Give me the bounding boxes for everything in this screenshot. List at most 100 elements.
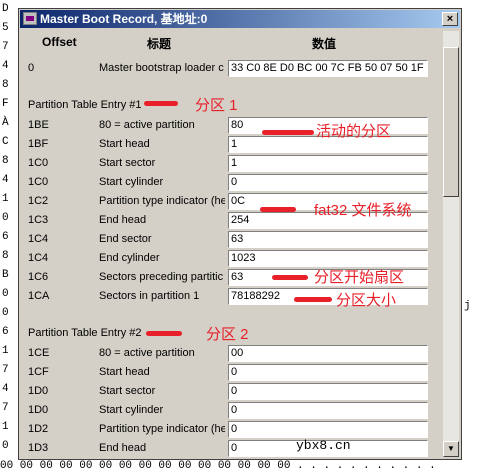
column-header-value: 数值 xyxy=(312,37,337,51)
column-header-offset: Offset xyxy=(42,35,77,49)
app-icon xyxy=(23,12,37,25)
row-value-field[interactable]: 0 xyxy=(228,402,428,419)
row-value-field[interactable]: 0 xyxy=(228,421,428,438)
row-offset: 1BE xyxy=(28,119,49,131)
row-title: Start cylinder xyxy=(99,176,164,188)
row-title: Start head xyxy=(99,366,150,378)
row-title: Sectors preceding partitic xyxy=(99,271,224,283)
row-value-field[interactable]: 00 xyxy=(228,345,428,362)
background-hex-cell: B xyxy=(2,269,9,281)
row-title: 80 = active partition xyxy=(99,119,195,131)
row-title: Start cylinder xyxy=(99,404,164,416)
background-hex-cell: À xyxy=(2,117,9,129)
table-row: 1D0 Start sector 0 xyxy=(22,382,442,401)
column-header-title: 标题 xyxy=(147,37,172,51)
row-offset: 1CA xyxy=(28,290,50,302)
background-hex-cell: 8 xyxy=(2,155,9,167)
scroll-down-button[interactable]: ▼ xyxy=(443,441,459,457)
row-offset: 1C0 xyxy=(28,157,49,169)
title-bar[interactable]: Master Boot Record, 基地址:0 × xyxy=(20,10,460,28)
annotation-underline xyxy=(262,130,314,135)
row-offset: 1C4 xyxy=(28,233,49,245)
partition-2-header: Partition Table Entry #2 xyxy=(28,327,142,339)
row-offset: 1CF xyxy=(28,366,49,378)
background-hex-cell: 4 xyxy=(2,383,9,395)
annotation-underline xyxy=(144,101,178,106)
background-hex-cell: D xyxy=(2,3,9,15)
row-title: Sectors in partition 1 xyxy=(99,290,200,302)
annotation-underline xyxy=(294,297,332,302)
background-hex-cell: 4 xyxy=(2,60,9,72)
row-title: Partition type indicator (he xyxy=(99,423,225,435)
row-title: End head xyxy=(99,214,147,226)
background-hex-cell: F xyxy=(2,98,9,110)
row-title: Start sector xyxy=(99,157,156,169)
row-offset: 0 xyxy=(28,62,35,74)
row-offset: 1D3 xyxy=(28,442,49,454)
background-hex-cell: 5 xyxy=(2,22,9,34)
table-row: 1C0 Start cylinder 0 xyxy=(22,173,442,192)
annotation-partition-1: 分区 1 xyxy=(195,97,238,114)
background-hex-column: D5748FÀC841068B006174710 xyxy=(0,0,20,475)
background-hex-cell: 0 xyxy=(2,288,9,300)
row-offset: 1D0 xyxy=(28,404,49,416)
annotation-underline xyxy=(146,331,182,336)
row-title: End cylinder xyxy=(99,252,160,264)
annotation-partition-2: 分区 2 xyxy=(206,326,249,343)
annotation-start-sector: 分区开始扇区 xyxy=(314,269,405,286)
background-hex-cell: 4 xyxy=(2,174,9,186)
row-offset: 1D0 xyxy=(28,385,49,397)
table-row: 1D3 End head 0 xyxy=(22,439,442,457)
background-hex-cell: 0 xyxy=(2,440,9,452)
row-value-field[interactable]: 33 C0 8E D0 BC 00 7C FB 50 07 50 1F FC xyxy=(228,60,428,77)
mbr-dialog-window: Master Boot Record, 基地址:0 × Offset 标题 数值… xyxy=(18,8,462,460)
row-title: Partition type indicator (he xyxy=(99,195,225,207)
row-offset: 1C0 xyxy=(28,176,49,188)
table-row: 1D0 Start cylinder 0 xyxy=(22,401,442,420)
row-offset: 1C6 xyxy=(28,271,49,283)
table-row: 1D2 Partition type indicator (he 0 xyxy=(22,420,442,439)
background-hex-cell: 6 xyxy=(2,326,9,338)
partition-1-header: Partition Table Entry #1 xyxy=(28,99,142,111)
row-offset: 1C2 xyxy=(28,195,49,207)
background-hex-cell: 1 xyxy=(2,193,9,205)
window-title: Master Boot Record, 基地址:0 xyxy=(40,12,208,26)
watermark-text: ybx8.cn xyxy=(296,438,351,453)
annotation-partition-size: 分区大小 xyxy=(336,292,397,309)
annotation-active-partition: 活动的分区 xyxy=(316,123,392,140)
row-title: Start sector xyxy=(99,385,156,397)
vertical-scrollbar[interactable]: ▼ xyxy=(443,31,459,457)
row-offset: 1D2 xyxy=(28,423,49,435)
background-right-mark: j xyxy=(464,300,471,312)
annotation-fat32: fat32 文件系统 xyxy=(314,202,412,219)
background-hex-cell: 8 xyxy=(2,79,9,91)
scrollbar-thumb[interactable] xyxy=(443,47,459,197)
row-value-field[interactable]: 0 xyxy=(228,174,428,191)
row-title: Master bootstrap loader c xyxy=(99,62,224,74)
background-hex-bottom-row: 00 00 00 00 00 00 00 00 00 00 00 00 00 0… xyxy=(0,458,478,475)
background-hex-cell: 7 xyxy=(2,402,9,414)
row-title: End head xyxy=(99,442,147,454)
background-hex-cell: 1 xyxy=(2,345,9,357)
row-offset: 1CE xyxy=(28,347,50,359)
close-button[interactable]: × xyxy=(442,12,458,26)
annotation-underline xyxy=(272,275,308,280)
background-hex-cell: C xyxy=(2,136,9,148)
row-value-field[interactable]: 1023 xyxy=(228,250,428,267)
table-row: 1C4 End sector 63 xyxy=(22,230,442,249)
annotation-underline xyxy=(260,207,296,212)
row-value-field[interactable]: 63 xyxy=(228,231,428,248)
background-hex-cell: 1 xyxy=(2,421,9,433)
row-value-field[interactable]: 0 xyxy=(228,364,428,381)
mbr-content-pane: Offset 标题 数值 0 Master bootstrap loader c… xyxy=(22,31,442,457)
mbr-bootstrap-row: 0 Master bootstrap loader c 33 C0 8E D0 … xyxy=(22,59,442,78)
row-value-field[interactable]: 1 xyxy=(228,155,428,172)
table-row: 1CE 80 = active partition 00 xyxy=(22,344,442,363)
background-hex-cell: 0 xyxy=(2,307,9,319)
table-row: 1C0 Start sector 1 xyxy=(22,154,442,173)
row-value-field[interactable]: 0 xyxy=(228,383,428,400)
background-right-strip: j xyxy=(460,0,478,458)
row-title: End sector xyxy=(99,233,152,245)
table-row: 1CF Start head 0 xyxy=(22,363,442,382)
row-offset: 1C4 xyxy=(28,252,49,264)
